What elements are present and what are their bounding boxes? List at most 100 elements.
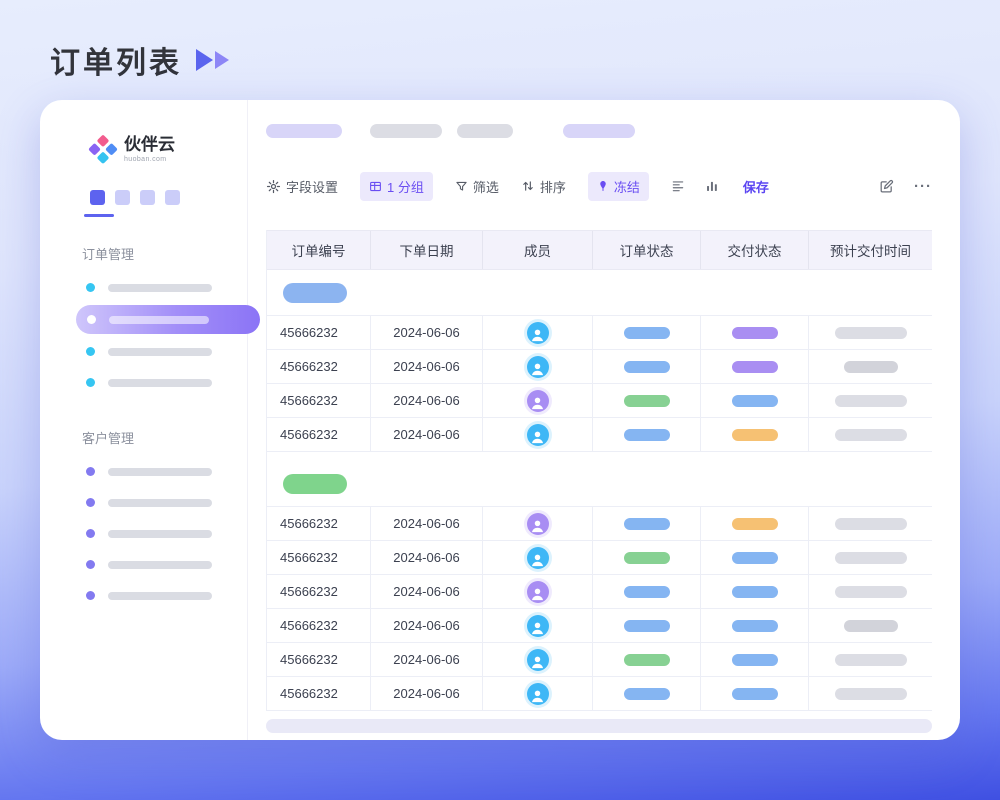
member-avatar bbox=[527, 547, 549, 569]
nav-item[interactable] bbox=[40, 336, 247, 367]
table-row[interactable]: 456662322024-06-06 bbox=[267, 643, 932, 677]
sort-label: 排序 bbox=[540, 177, 566, 196]
table-row[interactable]: 456662322024-06-06 bbox=[267, 384, 932, 418]
group-header-row[interactable] bbox=[267, 461, 932, 507]
member-avatar bbox=[527, 356, 549, 378]
nav-item[interactable] bbox=[40, 272, 247, 303]
group-label-pill bbox=[283, 474, 347, 494]
member-cell bbox=[482, 350, 592, 383]
play-icon bbox=[215, 51, 229, 69]
eta-skeleton-pill bbox=[844, 620, 898, 632]
order-number-cell: 45666232 bbox=[267, 575, 370, 608]
nav-item[interactable] bbox=[40, 549, 247, 580]
order-number-cell: 45666232 bbox=[267, 643, 370, 676]
order-status-cell bbox=[592, 316, 700, 349]
workspace-tab[interactable] bbox=[165, 190, 180, 205]
person-icon bbox=[530, 688, 545, 703]
nav-item[interactable] bbox=[40, 518, 247, 549]
nav-item[interactable] bbox=[40, 367, 247, 398]
person-icon bbox=[530, 518, 545, 533]
order-number-cell: 45666232 bbox=[267, 418, 370, 451]
order-status-pill bbox=[624, 586, 670, 598]
column-header[interactable]: 订单编号 bbox=[267, 231, 370, 269]
column-header[interactable]: 订单状态 bbox=[592, 231, 700, 269]
nav-item-selected[interactable] bbox=[76, 305, 260, 334]
table-row[interactable]: 456662322024-06-06 bbox=[267, 418, 932, 452]
eta-cell bbox=[808, 575, 932, 608]
nav-dot bbox=[86, 591, 95, 600]
order-status-pill bbox=[624, 552, 670, 564]
filter-button[interactable]: 筛选 bbox=[455, 177, 499, 196]
order-date-cell: 2024-06-06 bbox=[370, 575, 482, 608]
eta-skeleton-pill bbox=[835, 586, 907, 598]
delivery-status-cell bbox=[700, 507, 808, 540]
order-status-pill bbox=[624, 688, 670, 700]
skeleton-pill bbox=[457, 124, 513, 138]
customer-nav-list bbox=[40, 456, 247, 611]
chart-view-button[interactable] bbox=[705, 179, 719, 193]
workspace-tab[interactable] bbox=[115, 190, 130, 205]
order-status-pill bbox=[624, 654, 670, 666]
eta-cell bbox=[808, 677, 932, 710]
workspace-tab-active[interactable] bbox=[90, 190, 105, 205]
table-row[interactable]: 456662322024-06-06 bbox=[267, 575, 932, 609]
horizontal-scrollbar[interactable] bbox=[266, 719, 932, 733]
page: 订单列表 伙伴云 huoban.com 订单管理 bbox=[0, 0, 1000, 800]
group-button[interactable]: 1 分组 bbox=[360, 172, 433, 201]
field-settings-button[interactable]: 字段设置 bbox=[266, 177, 338, 196]
delivery-status-pill bbox=[732, 586, 778, 598]
table-row[interactable]: 456662322024-06-06 bbox=[267, 316, 932, 350]
save-button[interactable]: 保存 bbox=[743, 177, 769, 196]
edit-button[interactable] bbox=[879, 179, 894, 194]
order-nav-list bbox=[40, 272, 247, 398]
nav-item[interactable] bbox=[40, 580, 247, 611]
nav-item[interactable] bbox=[40, 456, 247, 487]
table-row[interactable]: 456662322024-06-06 bbox=[267, 350, 932, 384]
table-row[interactable]: 456662322024-06-06 bbox=[267, 507, 932, 541]
skeleton-pill bbox=[370, 124, 442, 138]
order-number-cell: 45666232 bbox=[267, 609, 370, 642]
eta-cell bbox=[808, 418, 932, 451]
eta-skeleton-pill bbox=[835, 518, 907, 530]
row-height-button[interactable] bbox=[671, 179, 685, 193]
order-date-cell: 2024-06-06 bbox=[370, 384, 482, 417]
delivery-status-pill bbox=[732, 654, 778, 666]
delivery-status-pill bbox=[732, 688, 778, 700]
eta-cell bbox=[808, 384, 932, 417]
delivery-status-cell bbox=[700, 575, 808, 608]
member-avatar bbox=[527, 615, 549, 637]
group-header-row[interactable] bbox=[267, 270, 932, 316]
nav-item[interactable] bbox=[40, 487, 247, 518]
logo-domain: huoban.com bbox=[124, 156, 175, 163]
order-status-pill bbox=[624, 361, 670, 373]
member-avatar bbox=[527, 513, 549, 535]
eta-cell bbox=[808, 643, 932, 676]
table-row[interactable]: 456662322024-06-06 bbox=[267, 677, 932, 711]
section-order-management: 订单管理 bbox=[82, 244, 247, 263]
column-header[interactable]: 成员 bbox=[482, 231, 592, 269]
nav-label-skeleton bbox=[108, 499, 212, 507]
column-header[interactable]: 交付状态 bbox=[700, 231, 808, 269]
more-button[interactable]: ··· bbox=[914, 178, 932, 195]
person-icon bbox=[530, 361, 545, 376]
nav-dot bbox=[86, 560, 95, 569]
member-cell bbox=[482, 677, 592, 710]
column-header[interactable]: 预计交付时间 bbox=[808, 231, 932, 269]
logo: 伙伴云 huoban.com bbox=[92, 136, 247, 163]
member-cell bbox=[482, 609, 592, 642]
table-row[interactable]: 456662322024-06-06 bbox=[267, 609, 932, 643]
eta-skeleton-pill bbox=[835, 688, 907, 700]
member-cell bbox=[482, 507, 592, 540]
table-body: 456662322024-06-06456662322024-06-064566… bbox=[267, 270, 932, 711]
freeze-button[interactable]: 冻结 bbox=[588, 172, 649, 201]
orders-table: 订单编号下单日期成员订单状态交付状态预计交付时间 456662322024-06… bbox=[266, 230, 932, 711]
column-header[interactable]: 下单日期 bbox=[370, 231, 482, 269]
person-icon bbox=[530, 586, 545, 601]
nav-label-skeleton bbox=[108, 530, 212, 538]
bar-chart-icon bbox=[705, 179, 719, 193]
member-cell bbox=[482, 643, 592, 676]
table-row[interactable]: 456662322024-06-06 bbox=[267, 541, 932, 575]
sort-button[interactable]: 排序 bbox=[521, 177, 566, 196]
table-group: 456662322024-06-06456662322024-06-064566… bbox=[267, 461, 932, 711]
workspace-tab[interactable] bbox=[140, 190, 155, 205]
